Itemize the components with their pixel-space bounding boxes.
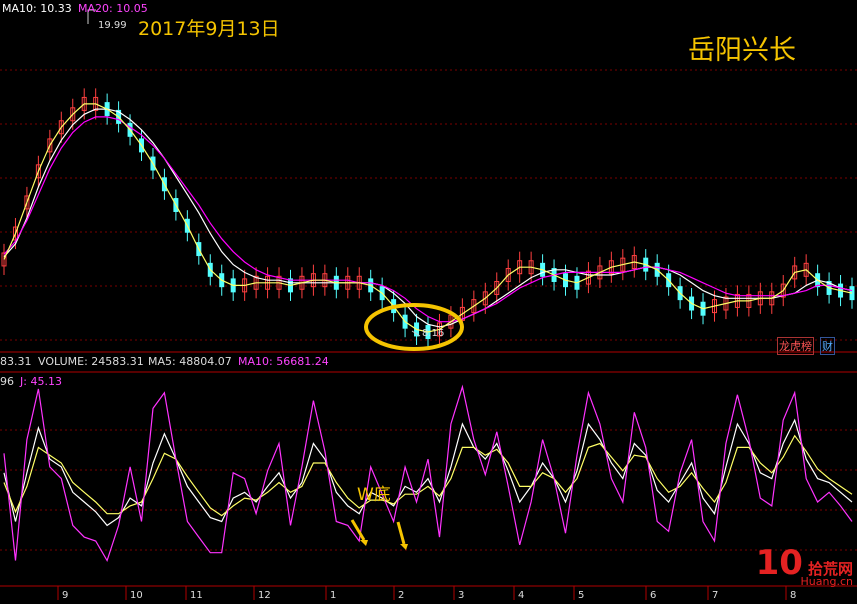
ma10-label: MA10: 10.33 [2,2,72,15]
volume-label: VOLUME: 24583.31 [38,355,144,368]
ma-line-ma10 [3,108,853,328]
w-arrow-head [400,544,408,550]
x-tick-label: 8 [790,590,796,601]
x-tick-label: 10 [130,590,143,601]
date-annotation: 2017年9月13日 [138,18,280,40]
volume-prefix: 83.31 [0,355,32,368]
kdj-line-d [3,434,853,517]
low-price-label: 8.16 [422,328,445,339]
high-price-label: 19.99 [98,20,127,31]
x-tick-label: 4 [518,590,524,601]
stock-chart: 9 10 11 12 1 2 3 4 5 6 7 8 [0,9,857,601]
w-arrow-head [360,540,368,546]
kdj-lines [3,384,853,562]
x-tick-label: 1 [330,590,336,601]
dragon-tiger-tag[interactable]: 龙虎榜 [777,337,814,355]
x-tick-label: 3 [458,590,464,601]
volume-ma5-label: MA5: 48804.07 [148,355,232,368]
watermark-logo: 10 拾荒网 Huang.cn [756,543,853,588]
x-tick-label: 12 [258,590,271,601]
kdj-prefix: 96 [0,375,14,388]
x-tick-label: 7 [712,590,718,601]
x-tick-label: 6 [650,590,656,601]
x-tick-label: 9 [62,590,68,601]
watermark-number: 10 [755,543,803,583]
volume-ma10-label: MA10: 56681.24 [238,355,329,368]
w-bottom-annotation: W底 [357,485,391,505]
finance-tag[interactable]: 财 [820,337,835,355]
x-tick-label: 2 [398,590,404,601]
ma-line-ma20 [3,116,853,323]
kdj-j-label: J: 45.13 [20,375,62,388]
x-tick-label: 5 [578,590,584,601]
stock-name-annotation: 岳阳兴长 [688,35,796,66]
x-tick-label: 11 [190,590,203,601]
x-axis: 9 10 11 12 1 2 3 4 5 6 7 8 [57,586,796,601]
moving-average-lines [3,103,853,333]
